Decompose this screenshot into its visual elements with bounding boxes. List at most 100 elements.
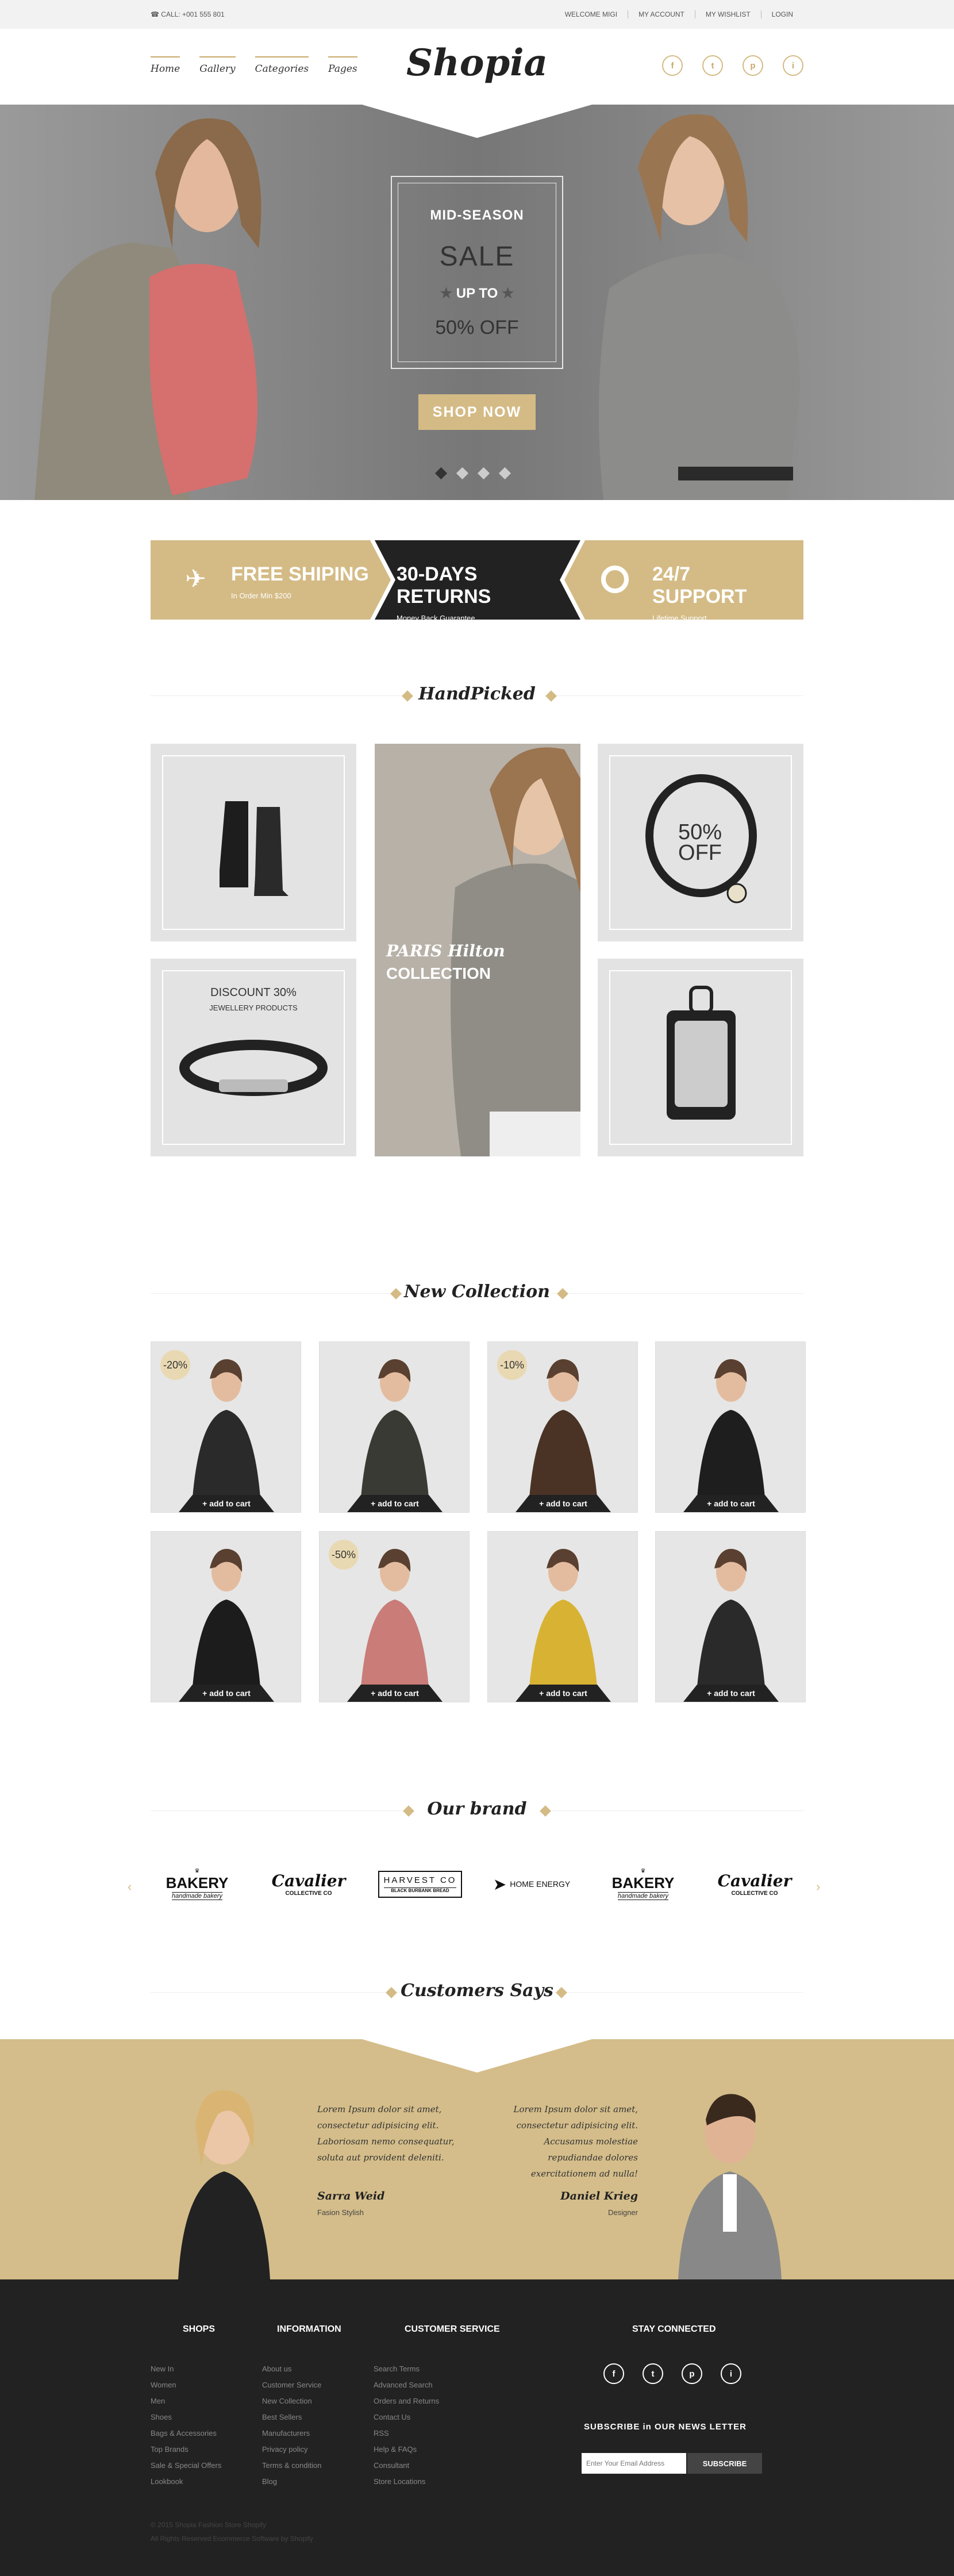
footer-service-link[interactable]: Consultant [374, 2458, 439, 2474]
tile-collection[interactable]: PARIS Hilton COLLECTION [375, 744, 580, 1156]
collection-subtitle: COLLECTION [386, 964, 491, 982]
pinterest-icon[interactable]: p [743, 55, 763, 76]
product-card[interactable]: + add to cart [319, 1341, 470, 1513]
slider-dot[interactable] [477, 467, 490, 480]
footer-shop-link[interactable]: Sale & Special Offers [151, 2458, 221, 2474]
feature-subtitle: Lifetime Support [652, 614, 707, 622]
product-card[interactable]: + add to cart [655, 1531, 806, 1702]
handpicked-heading: HandPicked [151, 684, 803, 707]
product-card[interactable]: -20% + add to cart [151, 1341, 301, 1513]
brand-logo[interactable]: HARVEST CO BLACK BURBANK BREAD [377, 1855, 463, 1913]
site-logo[interactable]: Shopia [0, 41, 954, 84]
tile-boots[interactable] [151, 744, 356, 941]
sale-line3: ★ UP TO ★ [440, 286, 514, 301]
add-to-cart-button[interactable]: + add to cart [347, 1495, 443, 1512]
footer-shop-link[interactable]: Bags & Accessories [151, 2425, 221, 2442]
brand-logo[interactable]: Cavalier COLLECTIVE CO [266, 1855, 352, 1913]
newsletter-title: SUBSCRIBE in OUR NEWS LETTER [584, 2422, 747, 2432]
footer-info-link[interactable]: About us [262, 2361, 321, 2377]
new-collection-heading: New Collection [151, 1282, 803, 1305]
pinterest-icon[interactable]: p [682, 2363, 702, 2384]
product-image [151, 1532, 301, 1702]
footer-shop-link[interactable]: Lookbook [151, 2474, 221, 2490]
footer-shop-link[interactable]: Men [151, 2393, 221, 2409]
footer-service-link[interactable]: Contact Us [374, 2409, 439, 2425]
brand-next-arrow[interactable]: › [816, 1879, 820, 1894]
footer-info-link[interactable]: Blog [262, 2474, 321, 2490]
footer-info-title: INFORMATION [277, 2324, 341, 2334]
footer-service-link[interactable]: Store Locations [374, 2474, 439, 2490]
instagram-icon[interactable]: i [721, 2363, 741, 2384]
feature-support: 24/7 SUPPORT Lifetime Support [598, 540, 787, 622]
slider-dot[interactable] [456, 467, 469, 480]
twitter-icon[interactable]: t [643, 2363, 663, 2384]
footer-shop-link[interactable]: Shoes [151, 2409, 221, 2425]
product-card[interactable]: + add to cart [487, 1531, 638, 1702]
add-to-cart-button[interactable]: + add to cart [516, 1685, 611, 1702]
footer-service-link[interactable]: Orders and Returns [374, 2393, 439, 2409]
product-card[interactable]: -10% + add to cart [487, 1341, 638, 1513]
discount-badge: -20% [160, 1350, 190, 1380]
header: Home Gallery Categories Pages Shopia f t… [0, 29, 954, 105]
footer-shop-link[interactable]: New In [151, 2361, 221, 2377]
slider-dot[interactable] [498, 467, 511, 480]
footer-info-link[interactable]: Privacy policy [262, 2442, 321, 2458]
call-info: ☎ CALL: +001 555 801 [151, 10, 225, 18]
tile-sale-bracelet[interactable]: 50% OFF [598, 744, 803, 941]
product-image [488, 1532, 637, 1702]
add-to-cart-button[interactable]: + add to cart [347, 1685, 443, 1702]
footer-info-link[interactable]: Best Sellers [262, 2409, 321, 2425]
testimonial-text: Lorem Ipsum dolor sit amet, consectetur … [513, 2104, 638, 2179]
footer-service-link[interactable]: Search Terms [374, 2361, 439, 2377]
my-account-link[interactable]: MY ACCOUNT [628, 10, 695, 18]
slider-dot[interactable] [434, 467, 448, 480]
testimonial-text: Lorem Ipsum dolor sit amet, consectetur … [317, 2104, 455, 2163]
header-social: f t p i [662, 55, 803, 76]
product-card[interactable]: -50% + add to cart [319, 1531, 470, 1702]
brand-logo[interactable]: ♛ BAKERY handmade bakery [600, 1855, 686, 1913]
footer-service-title: CUSTOMER SERVICE [405, 2324, 500, 2334]
footer-connected-title: STAY CONNECTED [632, 2324, 716, 2334]
add-to-cart-button[interactable]: + add to cart [516, 1495, 611, 1512]
add-to-cart-button[interactable]: + add to cart [683, 1685, 779, 1702]
tile-jewellery[interactable]: DISCOUNT 30% JEWELLERY PRODUCTS [151, 959, 356, 1156]
footer-info-link[interactable]: New Collection [262, 2393, 321, 2409]
welcome-link[interactable]: WELCOME MIGI [555, 10, 628, 18]
testimonial-role: Fasion Stylish [317, 2208, 364, 2217]
product-card[interactable]: + add to cart [151, 1531, 301, 1702]
product-card[interactable]: + add to cart [655, 1341, 806, 1513]
footer-info-link[interactable]: Customer Service [262, 2377, 321, 2393]
collection-title: PARIS Hilton [386, 941, 505, 960]
add-to-cart-button[interactable]: + add to cart [179, 1495, 274, 1512]
footer-info-list: About us Customer Service New Collection Be… [262, 2361, 321, 2490]
brand-logo[interactable]: Cavalier COLLECTIVE CO [711, 1855, 798, 1913]
bracelet-image [179, 1040, 328, 1096]
login-link[interactable]: LOGIN [760, 10, 803, 18]
tile-card-holder[interactable] [598, 959, 803, 1156]
newsletter-email-input[interactable] [582, 2453, 686, 2474]
facebook-icon[interactable]: f [662, 55, 683, 76]
twitter-icon[interactable]: t [702, 55, 723, 76]
footer-shop-link[interactable]: Women [151, 2377, 221, 2393]
footer-info-link[interactable]: Manufacturers [262, 2425, 321, 2442]
shop-now-button[interactable]: SHOP NOW [418, 394, 536, 430]
instagram-icon[interactable]: i [783, 55, 803, 76]
footer-service-link[interactable]: Advanced Search [374, 2377, 439, 2393]
testimonial-role: Designer [607, 2208, 638, 2217]
my-wishlist-link[interactable]: MY WISHLIST [694, 10, 761, 18]
facebook-icon[interactable]: f [603, 2363, 624, 2384]
brand-prev-arrow[interactable]: ‹ [128, 1879, 132, 1894]
feature-returns: 30-DAYS RETURNS Money Back Guarantee [397, 540, 569, 622]
sale-line1: MID-SEASON [430, 207, 524, 223]
footer-info-link[interactable]: Terms & condition [262, 2458, 321, 2474]
hero-slider: MID-SEASON SALE ★ UP TO ★ 50% OFF SHOP N… [0, 105, 954, 500]
footer-service-link[interactable]: Help & FAQs [374, 2442, 439, 2458]
subscribe-button[interactable]: SUBSCRIBE [687, 2453, 762, 2474]
brand-logo[interactable]: ➤ HOME ENERGY [488, 1855, 575, 1913]
footer-shop-link[interactable]: Top Brands [151, 2442, 221, 2458]
footer-service-link[interactable]: RSS [374, 2425, 439, 2442]
testi-notch [362, 2039, 592, 2073]
add-to-cart-button[interactable]: + add to cart [179, 1685, 274, 1702]
add-to-cart-button[interactable]: + add to cart [683, 1495, 779, 1512]
brand-logo[interactable]: ♛ BAKERY handmade bakery [154, 1855, 240, 1913]
